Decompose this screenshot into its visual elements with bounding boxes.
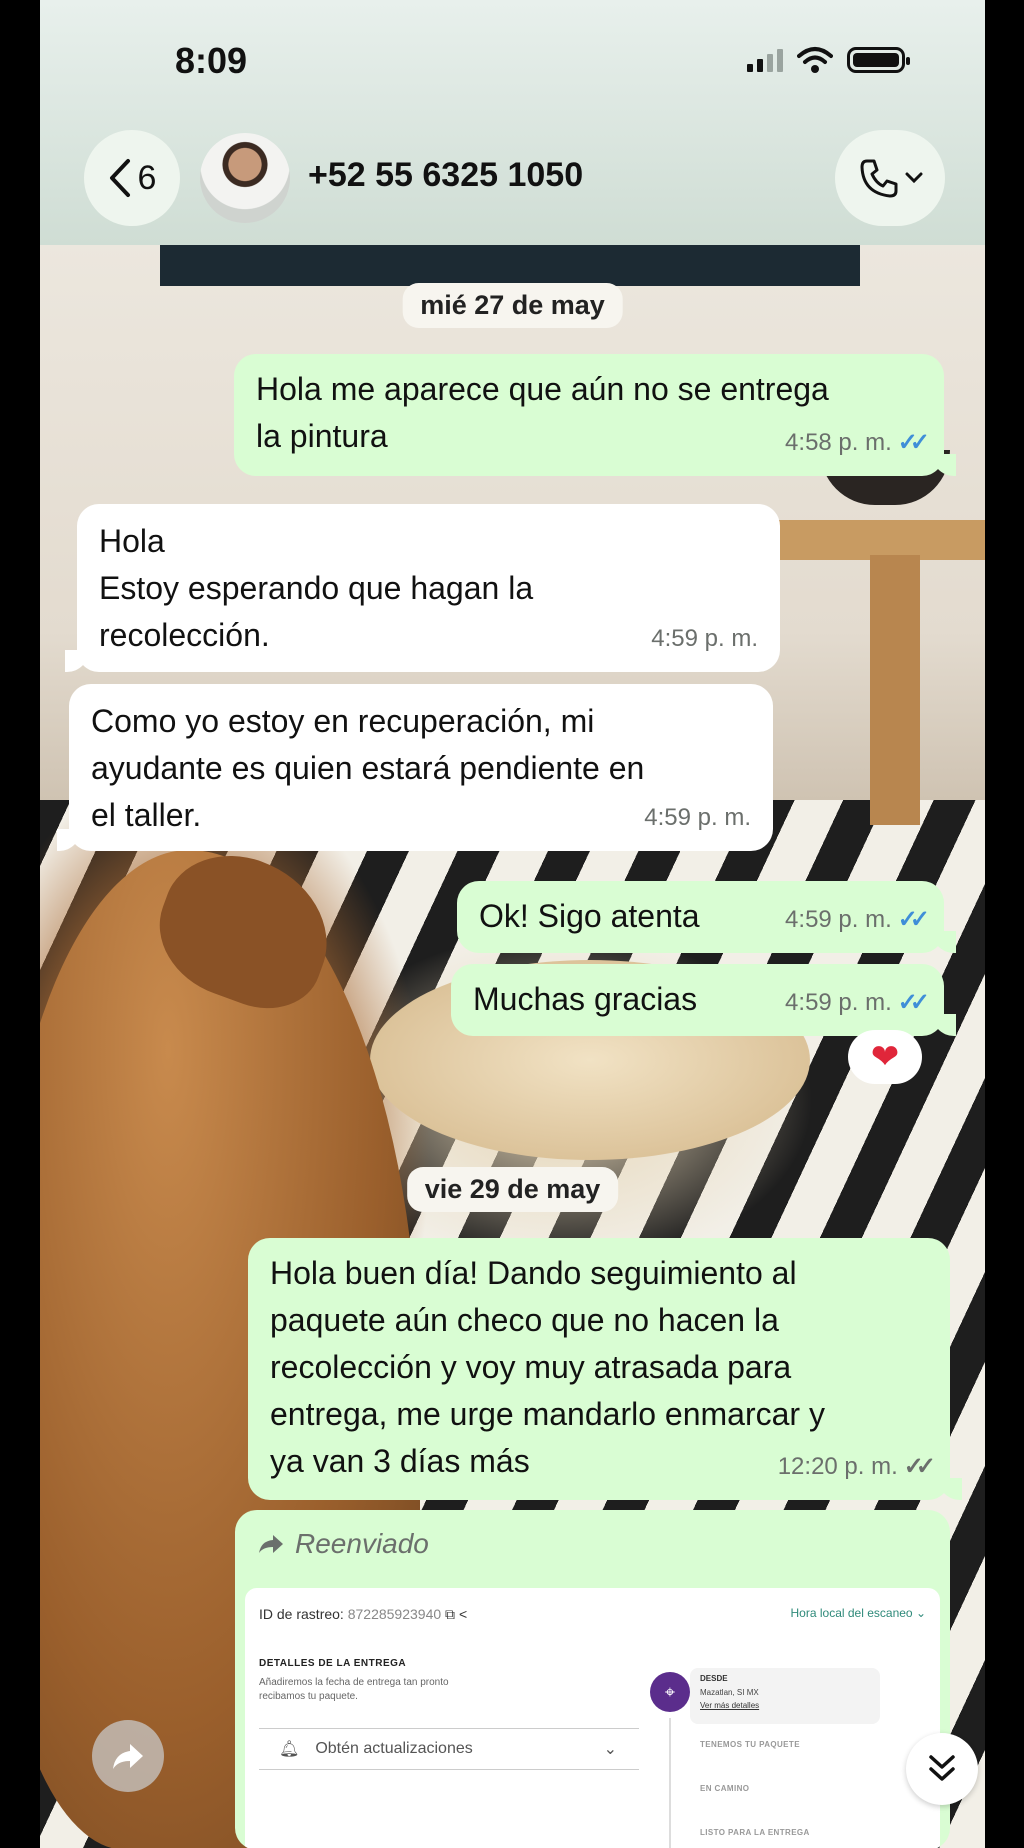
- origin-place: Mazatlan, SI MX: [700, 1688, 759, 1697]
- forward-arrow-icon: [259, 1535, 283, 1553]
- step-received: TENEMOS TU PAQUETE: [700, 1740, 800, 1749]
- message-meta: 12:20 p. m. ✓✓: [777, 1443, 936, 1490]
- chevron-down-icon: [905, 172, 923, 184]
- message-time: 4:59 p. m.: [785, 906, 892, 933]
- reaction-badge[interactable]: ❤: [848, 1030, 922, 1084]
- forwarded-screenshot[interactable]: ID de rastreo: 872285923940 ⧉ < Hora loc…: [245, 1588, 940, 1848]
- local-time-toggle: Hora local del escaneo ⌄: [791, 1606, 926, 1620]
- message-time: 4:58 p. m.: [785, 429, 892, 456]
- wallpaper-tv: [160, 240, 860, 286]
- location-pin-icon: ⌖: [650, 1672, 690, 1712]
- message-time: 12:20 p. m.: [777, 1453, 898, 1480]
- updates-label: Obtén actualizaciones: [315, 1740, 473, 1757]
- message-meta: 4:59 p. m. ✓✓: [785, 979, 930, 1026]
- back-button[interactable]: 6: [84, 130, 180, 226]
- message-bubble-outgoing[interactable]: Hola me aparece que aún no se entrega la…: [234, 354, 956, 476]
- updates-row: 🔔︎ Obtén actualizaciones ⌄: [259, 1728, 639, 1770]
- message-time: 4:59 p. m.: [644, 804, 751, 831]
- details-title: DETALLES DE LA ENTREGA: [259, 1658, 407, 1669]
- chevron-down-icon: ⌄: [915, 1606, 926, 1620]
- read-receipt-icon: ✓✓: [897, 906, 930, 933]
- double-chevron-down-icon: [929, 1755, 955, 1781]
- step-in-transit: EN CAMINO: [700, 1784, 750, 1793]
- heart-icon: ❤: [870, 1038, 900, 1076]
- tracking-line: ID de rastreo: 872285923940 ⧉ <: [259, 1606, 467, 1623]
- message-bubble-incoming[interactable]: Hola Estoy esperando que hagan la recole…: [65, 504, 780, 672]
- chat-header: 8:09 6 +52 55 6325 1050: [40, 0, 985, 245]
- forwarded-message[interactable]: Reenviado ID de rastreo: 872285923940 ⧉ …: [235, 1510, 950, 1848]
- read-receipt-icon: ✓✓: [897, 429, 930, 456]
- date-separator: vie 29 de may: [406, 1167, 619, 1212]
- call-button[interactable]: [835, 130, 945, 226]
- avatar[interactable]: [200, 133, 290, 223]
- step-ready: LISTO PARA LA ENTREGA: [700, 1828, 810, 1837]
- scroll-to-bottom-button[interactable]: [906, 1733, 978, 1805]
- chevron-left-icon: [109, 159, 130, 197]
- timeline-line: [669, 1718, 671, 1848]
- message-bubble-outgoing[interactable]: Hola buen día! Dando seguimiento al paqu…: [248, 1238, 962, 1500]
- copy-icon: ⧉: [445, 1606, 456, 1622]
- tracking-label: ID de rastreo:: [259, 1606, 344, 1622]
- message-meta: 4:59 p. m.: [651, 615, 758, 662]
- origin-title: DESDE: [700, 1674, 728, 1683]
- message-time: 4:59 p. m.: [785, 989, 892, 1016]
- chat-screen: 8:09 6 +52 55 6325 1050 mié 27 de may Ho…: [40, 0, 985, 1848]
- message-bubble-outgoing[interactable]: Muchas gracias 4:59 p. m. ✓✓: [451, 964, 956, 1036]
- status-icons: [747, 46, 910, 74]
- share-button[interactable]: [92, 1720, 164, 1792]
- message-meta: 4:59 p. m.: [644, 794, 751, 841]
- details-note: Añadiremos la fecha de entrega tan pront…: [259, 1677, 449, 1702]
- message-time: 4:59 p. m.: [651, 625, 758, 652]
- forwarded-text: Reenviado: [295, 1528, 429, 1559]
- message-bubble-outgoing[interactable]: Ok! Sigo atenta 4:59 p. m. ✓✓: [457, 881, 956, 953]
- read-receipt-icon: ✓✓: [897, 989, 930, 1016]
- message-bubble-incoming[interactable]: Como yo estoy en recuperación, mi ayudan…: [57, 684, 773, 851]
- origin-card: DESDE Mazatlan, SI MX Ver más detalles: [690, 1668, 880, 1724]
- forwarded-label: Reenviado: [257, 1528, 429, 1560]
- delivered-receipt-icon: ✓✓: [903, 1453, 936, 1480]
- contact-name[interactable]: +52 55 6325 1050: [308, 156, 583, 195]
- share-icon: [113, 1744, 143, 1769]
- chevron-down-icon: ⌄: [603, 1741, 617, 1758]
- battery-icon: [847, 47, 910, 73]
- unread-count: 6: [137, 158, 157, 197]
- origin-link: Ver más detalles: [700, 1701, 760, 1710]
- message-meta: 4:59 p. m. ✓✓: [785, 896, 930, 943]
- phone-icon: [860, 159, 898, 198]
- message-meta: 4:58 p. m. ✓✓: [785, 419, 930, 466]
- tracking-id: 872285923940: [347, 1606, 442, 1622]
- wallpaper-table-leg: [870, 555, 920, 825]
- bell-icon: 🔔︎: [279, 1741, 300, 1758]
- date-separator: mié 27 de may: [402, 283, 623, 328]
- signal-icon: [747, 48, 783, 72]
- local-time-label: Hora local del escaneo: [790, 1606, 913, 1620]
- wifi-icon: [797, 47, 833, 73]
- status-time: 8:09: [175, 40, 248, 81]
- share-small-icon: <: [458, 1606, 468, 1622]
